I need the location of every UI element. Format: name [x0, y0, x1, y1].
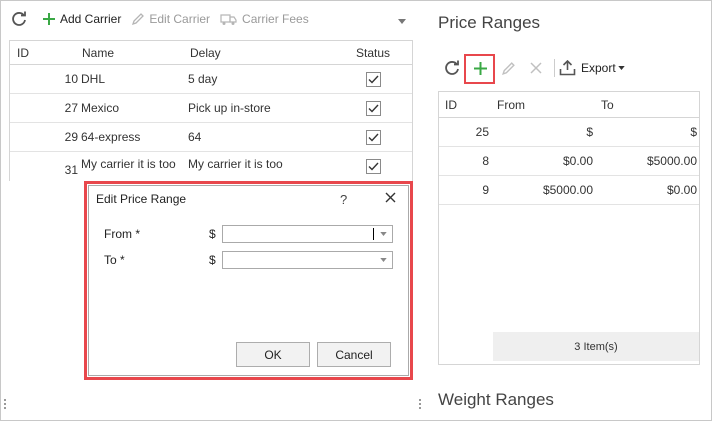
table-row[interactable]: 9 $5000.00 $0.00 — [439, 176, 699, 205]
cell-from: $ — [586, 125, 593, 139]
column-header-delay[interactable]: Delay — [188, 46, 338, 60]
check-icon — [368, 75, 379, 84]
close-icon — [385, 192, 396, 203]
toolbar-overflow-dropdown[interactable] — [398, 13, 406, 27]
cell-id: 25 — [475, 125, 489, 139]
cell-name: DHL — [81, 72, 106, 86]
pencil-icon — [501, 61, 515, 75]
item-count: 3 Item(s) — [493, 332, 699, 361]
chevron-down-icon — [617, 66, 625, 70]
add-button-highlight — [464, 54, 495, 84]
help-button[interactable]: ? — [340, 192, 347, 207]
cell-delay: My carrier it is too — [188, 156, 283, 171]
cell-id: 9 — [482, 183, 489, 197]
ok-button[interactable]: OK — [236, 342, 310, 367]
cell-id: 27 — [64, 101, 78, 115]
cell-name: My carrier it is too — [81, 156, 176, 171]
edit-price-range-dialog: Edit Price Range ? From * $ To * $ OK Ca… — [84, 181, 413, 380]
cell-id: 31 — [64, 162, 78, 177]
refresh-price-button[interactable] — [438, 55, 466, 81]
column-header-status[interactable]: Status — [338, 46, 408, 60]
cell-delay: 64 — [188, 130, 202, 144]
cell-id: 10 — [64, 72, 78, 86]
weight-ranges-title: Weight Ranges — [438, 390, 554, 409]
cell-status — [338, 129, 408, 145]
to-label: To * — [104, 253, 125, 267]
to-input[interactable] — [222, 251, 393, 269]
from-currency-symbol: $ — [209, 227, 216, 241]
cell-status — [338, 71, 408, 87]
price-ranges-title: Price Ranges — [438, 13, 541, 32]
to-dropdown-button[interactable] — [375, 252, 392, 268]
carriers-grid: ID Name Delay Status 10 DHL 5 day 27 Mex… — [9, 40, 413, 181]
export-button[interactable]: Export — [559, 60, 625, 76]
status-checkbox[interactable] — [365, 100, 381, 116]
cell-to: $ — [690, 125, 697, 139]
export-label: Export — [581, 61, 616, 75]
chevron-down-icon — [380, 232, 387, 236]
table-row[interactable]: 8 $0.00 $5000.00 — [439, 147, 699, 176]
cell-name: 64-express — [81, 130, 141, 144]
cell-to: $0.00 — [666, 183, 697, 197]
cell-status — [338, 159, 408, 174]
cell-from: $5000.00 — [542, 183, 593, 197]
table-row[interactable]: 25 $ $ — [439, 118, 699, 147]
chevron-down-icon — [398, 19, 406, 24]
cancel-button[interactable]: Cancel — [317, 342, 391, 367]
add-carrier-label: Add Carrier — [60, 12, 122, 26]
add-carrier-button[interactable]: Add Carrier — [42, 8, 121, 30]
delete-price-range-button[interactable] — [522, 55, 550, 81]
status-checkbox[interactable] — [365, 129, 381, 145]
table-row[interactable]: 29 64-express 64 — [10, 123, 412, 152]
carrier-fees-label: Carrier Fees — [242, 12, 309, 26]
column-header-id[interactable]: ID — [10, 46, 80, 60]
toolbar-divider — [554, 59, 555, 77]
cell-from: $0.00 — [562, 154, 593, 168]
edit-price-range-button[interactable] — [494, 55, 522, 81]
pencil-icon — [132, 13, 145, 26]
text-cursor — [373, 228, 374, 240]
table-row[interactable]: 27 Mexico Pick up in-store — [10, 94, 412, 123]
column-header-id[interactable]: ID — [439, 98, 491, 112]
cell-status — [338, 100, 408, 116]
refresh-icon — [445, 60, 459, 75]
refresh-icon — [12, 11, 26, 26]
refresh-button[interactable] — [10, 8, 32, 30]
dialog-body: Edit Price Range ? From * $ To * $ OK Ca… — [88, 185, 409, 376]
from-input[interactable] — [222, 225, 393, 243]
column-header-from[interactable]: From — [491, 98, 593, 112]
dialog-title: Edit Price Range — [96, 192, 187, 206]
cell-to: $5000.00 — [646, 154, 697, 168]
plus-icon — [43, 13, 55, 25]
carrier-toolbar: Add Carrier Edit Carrier Carrier Fees — [10, 8, 319, 30]
edit-carrier-label: Edit Carrier — [149, 12, 211, 26]
edit-carrier-button[interactable]: Edit Carrier — [131, 8, 210, 30]
status-checkbox[interactable] — [365, 71, 381, 87]
status-checkbox[interactable] — [365, 159, 381, 174]
carriers-grid-header: ID Name Delay Status — [10, 41, 412, 65]
carrier-fees-button[interactable]: Carrier Fees — [220, 8, 309, 30]
price-ranges-header: ID From To — [439, 92, 699, 118]
cell-id: 29 — [64, 130, 78, 144]
column-header-to[interactable]: To — [593, 98, 697, 112]
table-row[interactable]: 10 DHL 5 day — [10, 65, 412, 94]
column-header-name[interactable]: Name — [80, 46, 188, 60]
cell-delay: Pick up in-store — [188, 101, 271, 115]
chevron-down-icon — [380, 258, 387, 262]
to-currency-symbol: $ — [209, 253, 216, 267]
cell-id: 8 — [482, 154, 489, 168]
table-row[interactable]: 31 My carrier it is too My carrier it is… — [10, 152, 412, 181]
price-ranges-grid: ID From To 25 $ $ 8 $0.00 $5000.00 9 $50… — [438, 91, 700, 365]
cell-delay: 5 day — [188, 72, 218, 86]
check-icon — [368, 104, 379, 113]
check-icon — [368, 133, 379, 142]
cell-name: Mexico — [81, 101, 120, 115]
truck-icon — [220, 14, 237, 25]
upload-icon — [559, 60, 576, 76]
close-icon — [530, 62, 542, 74]
from-dropdown-button[interactable] — [375, 226, 392, 242]
from-label: From * — [104, 227, 140, 241]
check-icon — [368, 162, 379, 171]
close-button[interactable] — [385, 192, 396, 206]
